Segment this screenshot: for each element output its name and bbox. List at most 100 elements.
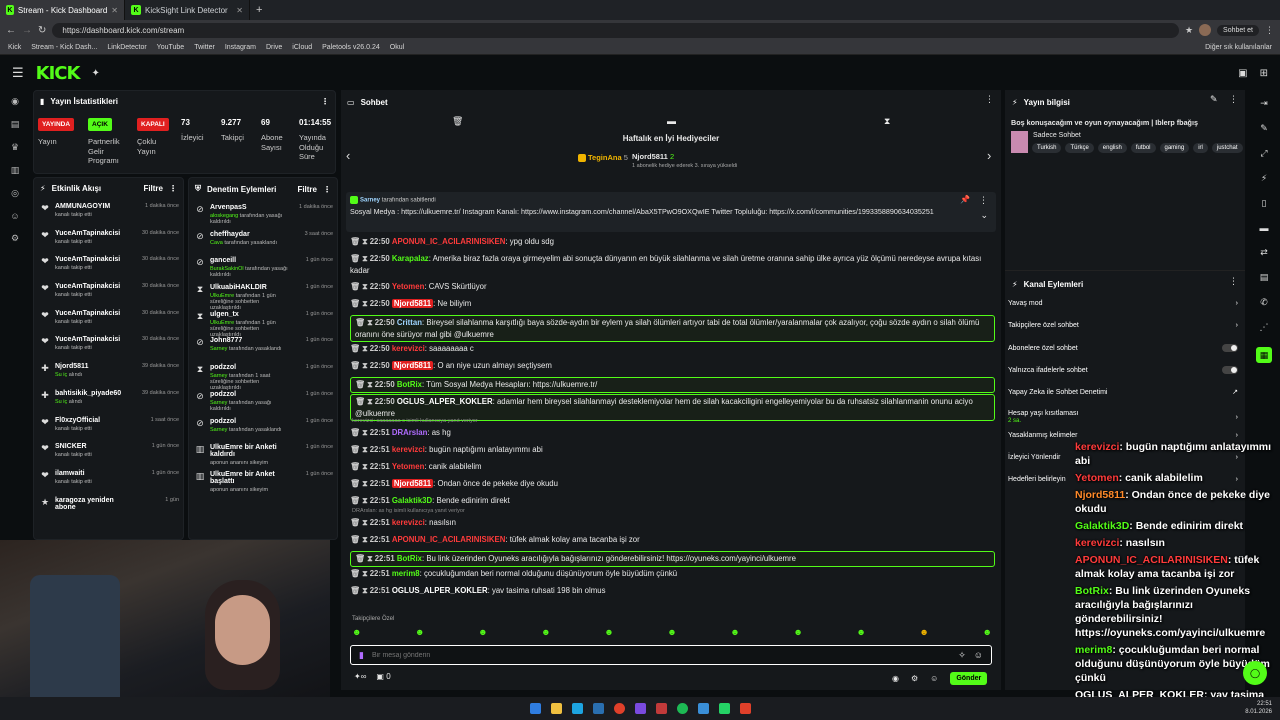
bookmark-item[interactable]: Drive xyxy=(266,44,282,51)
delete-icon[interactable]: 🗑 ⧗ xyxy=(350,462,370,471)
gift-icon[interactable]: ⊞ xyxy=(1260,68,1268,79)
edge-icon[interactable] xyxy=(571,703,583,714)
forward-icon[interactable]: → xyxy=(22,25,32,36)
bookmark-item[interactable]: Instagram xyxy=(225,44,256,51)
chat-message[interactable]: 🗑 ⧗ 22:50 Yetomen: CAVS Skürtlüyor xyxy=(350,281,995,293)
next-arrow-icon[interactable]: › xyxy=(987,148,991,163)
delete-icon[interactable]: 🗑 ⧗ xyxy=(350,361,370,370)
profile-button[interactable]: Sohbet et xyxy=(1217,24,1259,36)
edit-icon[interactable]: ✎ xyxy=(1210,94,1218,105)
chat-icon[interactable]: ▬ xyxy=(1260,223,1269,233)
mod-target-user[interactable]: UlkuabiHAKLDIR xyxy=(210,284,288,291)
activity-user[interactable]: YuceAmTapinakcisi xyxy=(55,230,134,237)
toggle-switch[interactable] xyxy=(1222,344,1238,352)
delete-icon[interactable]: 🗑 ⧗ xyxy=(350,254,370,263)
channel-action-item[interactable]: Hesap yaşı kısıtlaması 2 sa. › xyxy=(1008,410,1238,424)
emote-icon[interactable]: ☻ xyxy=(478,627,487,641)
delete-icon[interactable]: 🗑 ⧗ xyxy=(355,554,375,563)
delete-icon[interactable]: 🗑 ⧗ xyxy=(355,318,375,327)
chat-message[interactable]: 🗑 ⧗ 22:51 Njord5811: Ondan önce de pekek… xyxy=(350,478,995,490)
chat-message[interactable]: 🗑 ⧗ 22:51 kerevizci: bugün naptığımı anl… xyxy=(350,444,995,456)
activity-user[interactable]: bahtisikik_piyade60 xyxy=(55,390,134,397)
message-username[interactable]: Crittan xyxy=(397,318,422,327)
bookmark-item[interactable]: Twitter xyxy=(194,44,215,51)
delete-icon[interactable]: 🗑 ⧗ xyxy=(350,445,370,454)
activity-user[interactable]: Njord5811 xyxy=(55,363,134,370)
channel-action-item[interactable]: Abonelere özel sohbet xyxy=(1008,344,1238,352)
mod-target-user[interactable]: John8777 xyxy=(210,337,288,344)
link-icon[interactable]: ⇄ xyxy=(1260,247,1268,258)
mod-target-user[interactable]: UlkuEmre bir Anket başlattı xyxy=(210,471,288,485)
channel-action-item[interactable]: Takipçilere özel sohbet › xyxy=(1008,322,1238,329)
trash-icon[interactable]: 🗑 xyxy=(452,116,463,127)
message-username[interactable]: Njord5811 xyxy=(391,361,434,370)
chat-more-icon[interactable]: ⋮ xyxy=(985,94,994,105)
activity-user[interactable]: Fl0xzyOfficial xyxy=(55,417,134,424)
stream-tag[interactable]: irl xyxy=(1193,143,1208,153)
activity-user[interactable]: YuceAmTapinakcisi xyxy=(55,336,134,343)
chat-bubble-icon[interactable]: ▬ xyxy=(667,116,676,126)
app-icon[interactable] xyxy=(739,703,751,714)
spotify-icon[interactable] xyxy=(676,703,688,714)
chat-message[interactable]: 🗑 ⧗ 22:51 BotRix: Bu link üzerinden Oyun… xyxy=(350,551,995,567)
users-icon[interactable]: ☺ xyxy=(10,211,19,221)
bookmark-item[interactable]: Stream - Kick Dash... xyxy=(31,44,97,51)
emote-icon[interactable]: ☻ xyxy=(667,627,676,641)
bookmark-item[interactable]: Kick xyxy=(8,44,21,51)
delete-icon[interactable]: 🗑 ⧗ xyxy=(350,344,370,353)
chrome-icon[interactable] xyxy=(613,703,625,714)
delete-icon[interactable]: 🗑 ⧗ xyxy=(350,586,370,595)
bookmark-item[interactable]: Okul xyxy=(390,44,404,51)
expand-icon[interactable]: ⌄ xyxy=(980,210,988,221)
mod-target-user[interactable]: UlkuEmre bir Anketi kaldırdı xyxy=(210,444,288,458)
mod-actor[interactable]: Sarney xyxy=(210,427,227,433)
delete-icon[interactable]: 🗑 ⧗ xyxy=(350,518,370,527)
message-username[interactable]: BotRix xyxy=(397,380,422,389)
bookmark-item[interactable]: Paletools v26.0.24 xyxy=(322,44,380,51)
kick-logo[interactable]: KICK xyxy=(36,63,81,84)
mod-target-user[interactable]: cheffhaydar xyxy=(210,231,288,238)
activity-user[interactable]: AMMUNAGOYIM xyxy=(55,203,134,210)
stream-tag[interactable]: english xyxy=(1097,143,1127,153)
chat-input[interactable] xyxy=(371,651,951,659)
chat-message[interactable]: 🗑 ⧗ 22:51 DRArslan: as hg xyxy=(350,427,995,439)
category-name[interactable]: Sadece Sohbet xyxy=(1033,132,1081,139)
delete-icon[interactable]: 🗑 ⧗ xyxy=(350,428,370,437)
chat-message[interactable]: 🗑 ⧗ 22:51 APONUN_IC_ACILARINISIKEN: tüfe… xyxy=(350,534,995,546)
delete-icon[interactable]: 🗑 ⧗ xyxy=(350,237,370,246)
message-username[interactable]: merim8 xyxy=(392,569,420,578)
prev-arrow-icon[interactable]: ‹ xyxy=(346,148,350,163)
emote-icon[interactable]: ☻ xyxy=(793,627,802,641)
browser-tab-kicksight[interactable]: K KickSight Link Detector ✕ xyxy=(125,0,250,20)
message-username[interactable]: Yetomen xyxy=(392,282,425,291)
url-input[interactable]: https://dashboard.kick.com/stream xyxy=(52,22,1179,38)
chat-message[interactable]: 🗑 ⧗ 22:50 APONUN_IC_ACILARINISIKEN: ypg … xyxy=(350,236,995,248)
new-tab-icon[interactable]: + xyxy=(250,4,268,16)
share-icon[interactable]: ⋰ xyxy=(1260,322,1269,333)
app-icon[interactable] xyxy=(655,703,667,714)
chat-settings-bubble-icon[interactable]: ◉ xyxy=(892,674,899,683)
pin-icon[interactable]: ✦ xyxy=(91,68,99,79)
more-icon[interactable]: ⋮ xyxy=(1229,276,1238,287)
community-icon[interactable]: ◎ xyxy=(11,188,19,199)
filter-button[interactable]: Filtre xyxy=(297,185,317,194)
chat-message[interactable]: 🗑 ⧗ 22:50 kerevizci: saaaaaaaa c xyxy=(350,343,995,355)
chevron-right-icon[interactable]: › xyxy=(1236,322,1238,329)
message-username[interactable]: Yetomen xyxy=(392,462,425,471)
bookmark-item[interactable]: LinkDetector xyxy=(107,44,146,51)
more-icon[interactable]: ⋮ xyxy=(321,97,329,106)
chat-message[interactable]: 🗑 ⧗ 22:51 merim8: çocukluğumdan beri nor… xyxy=(350,568,995,580)
chat-message[interactable]: 🗑 ⧗ 22:50 OGLUS_ALPER_KOKLER: adamlar he… xyxy=(350,394,995,421)
delete-icon[interactable]: 🗑 ⧗ xyxy=(350,299,370,308)
emote-icon[interactable]: ☻ xyxy=(982,627,991,641)
emote-icon[interactable]: ☻ xyxy=(604,627,613,641)
message-username[interactable]: OGLUS_ALPER_KOKLER xyxy=(392,586,488,595)
chat-message[interactable]: 🗑 ⧗ 22:50 BotRix: Tüm Sosyal Medya Hesap… xyxy=(350,377,995,393)
obs-icon[interactable] xyxy=(634,703,646,714)
message-username[interactable]: OGLUS_ALPER_KOKLER xyxy=(397,397,493,406)
mod-target-user[interactable]: ulgen_tx xyxy=(210,311,288,318)
add-widget-icon[interactable]: ▦ xyxy=(1256,347,1272,363)
mic-icon[interactable]: ▮ xyxy=(359,650,364,661)
message-username[interactable]: APONUN_IC_ACILARINISIKEN xyxy=(392,237,506,246)
delete-icon[interactable]: 🗑 ⧗ xyxy=(350,479,370,488)
